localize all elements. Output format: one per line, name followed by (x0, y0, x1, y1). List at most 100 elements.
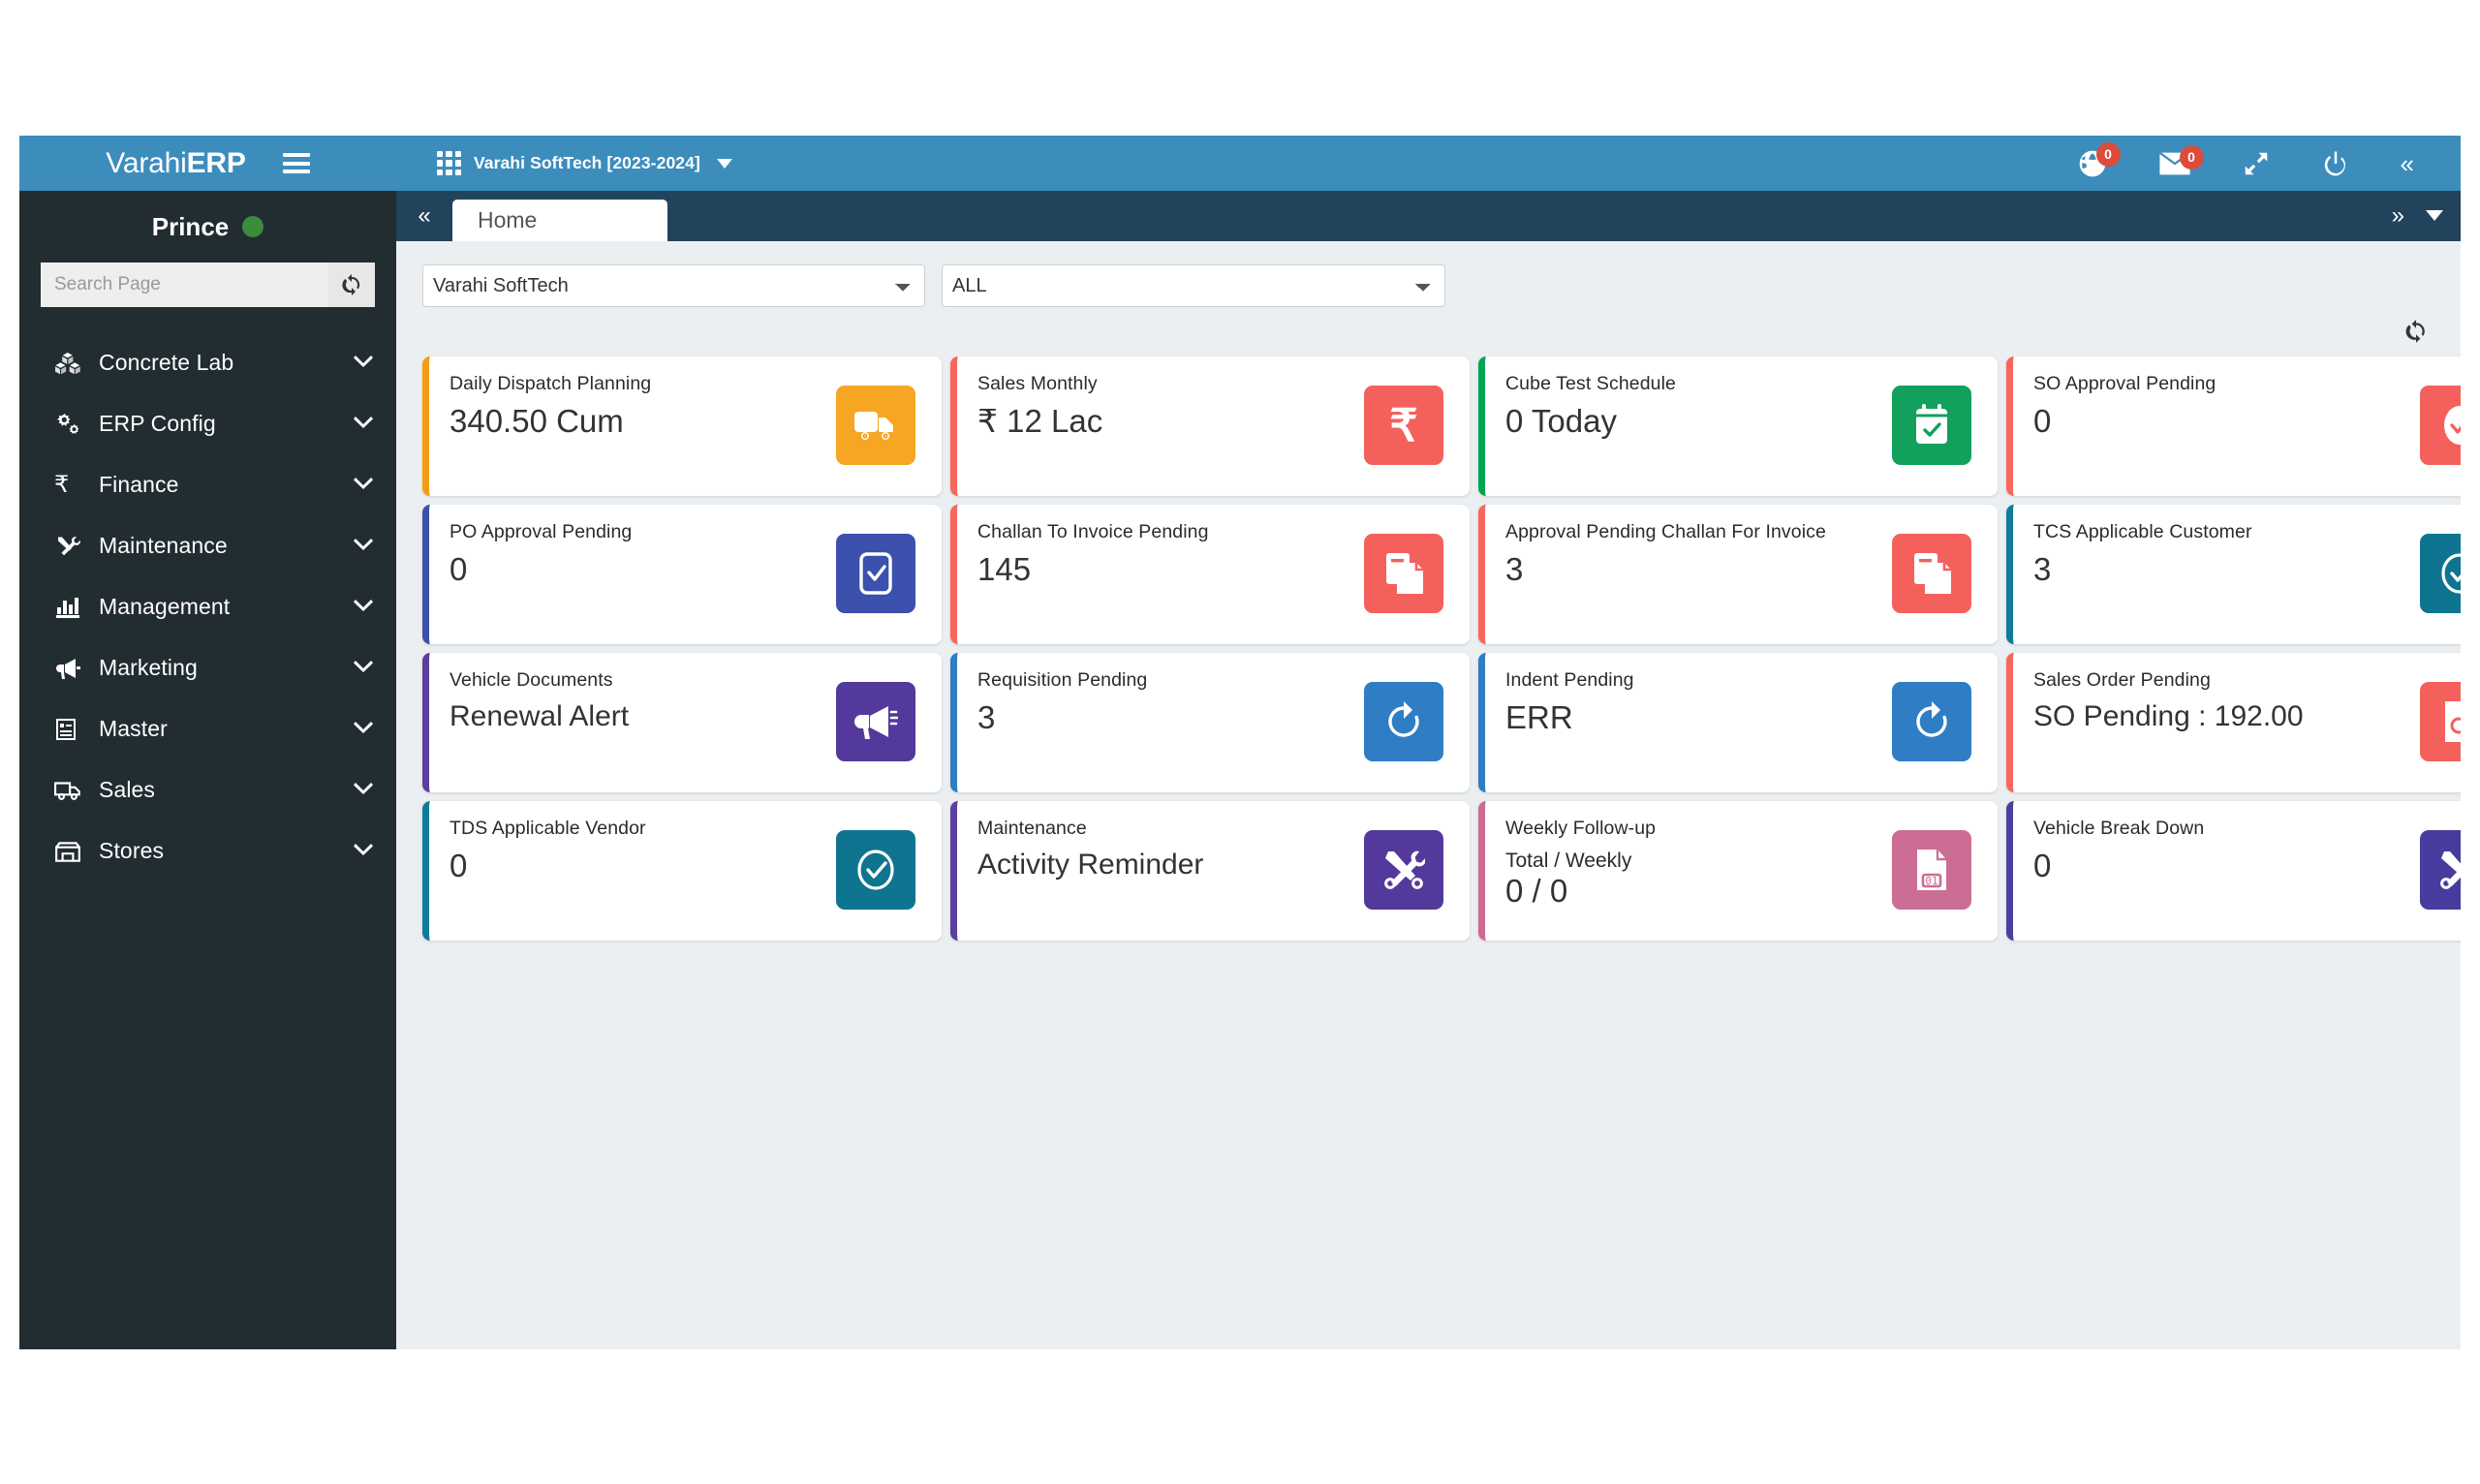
sidebar-item-maintenance[interactable]: Maintenance (19, 515, 396, 576)
online-status-indicator (242, 216, 264, 237)
cubes-icon (54, 350, 87, 377)
search-refresh-button[interactable] (328, 263, 375, 307)
tab-home[interactable]: Home (452, 200, 667, 241)
dashboard-card[interactable]: Approval Pending Challan For Invoice 3 (1478, 505, 1998, 644)
tab-bar: « Home » (396, 191, 2461, 241)
dashboard-card[interactable]: TCS Applicable Customer 3 (2006, 505, 2461, 644)
check-circle-outline-icon (836, 830, 915, 910)
sidebar-item-label: ERP Config (99, 411, 216, 436)
dashboard-refresh-row (396, 307, 2461, 349)
logo-text-bold: ERP (186, 146, 246, 179)
tab-label: Home (478, 207, 538, 232)
messages-badge: 0 (2179, 144, 2204, 170)
topbar-actions: 0 0 « (2052, 136, 2461, 191)
dashboard-card[interactable]: Sales Order Pending SO Pending : 192.00 (2006, 653, 2461, 792)
logout-button[interactable] (2296, 136, 2375, 191)
sidebar-item-concrete-lab[interactable]: Concrete Lab (19, 332, 396, 393)
chevron-down-icon (716, 158, 732, 169)
sidebar-item-erp-config[interactable]: ERP Config (19, 393, 396, 454)
card-title: SO Approval Pending (2033, 373, 2216, 394)
sidebar-item-sales[interactable]: Sales (19, 759, 396, 820)
sidebar-item-marketing[interactable]: Marketing (19, 637, 396, 698)
file-copy-icon (1892, 534, 1971, 613)
file-copy-icon (1364, 534, 1443, 613)
refresh-icon (2405, 320, 2425, 343)
dashboard-card[interactable]: Sales Monthly ₹ 12 Lac ₹ (950, 356, 1470, 496)
dashboard-card[interactable]: TDS Applicable Vendor 0 (422, 801, 942, 941)
fullscreen-button[interactable] (2216, 136, 2296, 191)
chevron-down-icon (354, 720, 373, 738)
tabs-scroll-left-button[interactable]: « (396, 191, 452, 241)
check-circle-outline-icon (2420, 534, 2461, 613)
collapse-right-button[interactable]: « (2375, 136, 2439, 191)
erp-application-window: VarahiERP Varahi SoftTech [2023-2024] 0 … (19, 136, 2461, 1349)
dashboard-card[interactable]: Cube Test Schedule 0 Today (1478, 356, 1998, 496)
chevron-down-icon (354, 659, 373, 677)
logo-text-light: Varahi (106, 146, 187, 179)
sidebar-item-management[interactable]: Management (19, 576, 396, 637)
calendar-check-icon (1892, 386, 1971, 465)
chevron-double-left-icon: « (418, 202, 431, 229)
dashboard-card[interactable]: Vehicle Documents Renewal Alert (422, 653, 942, 792)
notifications-badge: 0 (2095, 141, 2121, 167)
sidebar-item-label: Marketing (99, 655, 198, 680)
refresh-icon (1364, 682, 1443, 761)
dashboard-card[interactable]: Weekly Follow-up Total / Weekly 0 / 0 01 (1478, 801, 1998, 941)
sidebar-item-label: Finance (99, 472, 179, 497)
store-icon (54, 838, 87, 865)
chevron-down-icon (354, 537, 373, 555)
card-title: Vehicle Break Down (2033, 818, 2205, 839)
tabs-scroll-right-button[interactable]: » (2392, 202, 2404, 230)
dashboard-card[interactable]: PO Approval Pending 0 (422, 505, 942, 644)
scope-filter-select[interactable]: ALL (942, 264, 1445, 307)
chevron-double-left-icon: « (2400, 148, 2414, 178)
truck-icon (836, 386, 915, 465)
dashboard-card[interactable]: SO Approval Pending 0 (2006, 356, 2461, 496)
sidebar-item-master[interactable]: Master (19, 698, 396, 759)
sidebar-item-finance[interactable]: ₹ Finance (19, 454, 396, 515)
dashboard-cards-grid: Daily Dispatch Planning 340.50 Cum Sales M… (396, 349, 2461, 941)
dashboard-card[interactable]: Daily Dispatch Planning 340.50 Cum (422, 356, 942, 496)
apps-grid-icon[interactable] (437, 151, 461, 175)
sidebar-item-label: Stores (99, 838, 165, 863)
company-selector[interactable]: Varahi SoftTech [2023-2024] (437, 151, 732, 175)
sidebar-item-stores[interactable]: Stores (19, 820, 396, 881)
hamburger-bar (282, 161, 310, 166)
tabs-dropdown-button[interactable] (2426, 209, 2443, 221)
power-icon (2324, 151, 2345, 175)
card-title: TCS Applicable Customer (2033, 521, 2252, 542)
refresh-icon (1892, 682, 1971, 761)
sidebar-item-label: Master (99, 716, 168, 741)
bullhorn-icon (836, 682, 915, 761)
company-filter-select[interactable]: Varahi SoftTech (422, 264, 925, 307)
user-name: Prince (151, 211, 230, 241)
refresh-icon (342, 274, 360, 295)
sidebar-item-label: Concrete Lab (99, 350, 234, 375)
main-content: « Home » Varahi SoftTech ALL Daily Dispa… (396, 191, 2461, 1349)
wrench-screwdriver-icon (1364, 830, 1443, 910)
dashboard-card[interactable]: Vehicle Break Down 0 (2006, 801, 2461, 941)
card-value: 3 (2033, 551, 2052, 588)
app-logo[interactable]: VarahiERP (106, 146, 246, 180)
dashboard-card[interactable]: Maintenance Activity Reminder (950, 801, 1470, 941)
card-value: SO Pending : 192.00 (2033, 700, 2304, 733)
chevron-down-icon (354, 781, 373, 799)
sidebar-search (41, 263, 375, 307)
notifications-button[interactable]: 0 (2052, 136, 2133, 191)
search-input[interactable] (41, 263, 328, 307)
user-panel: Prince (19, 191, 396, 263)
rupee-icon: ₹ (1364, 386, 1443, 465)
dashboard-card[interactable]: Indent Pending ERR (1478, 653, 1998, 792)
hamburger-bar (282, 170, 310, 173)
chevron-down-icon (354, 598, 373, 616)
sidebar-menu: Concrete Lab ERP Config ₹ Finance Mainte… (19, 332, 396, 881)
dashboard-card[interactable]: Requisition Pending 3 (950, 653, 1470, 792)
brand-area: VarahiERP (19, 136, 396, 191)
dashboard-refresh-button[interactable] (2403, 319, 2429, 349)
sidebar-toggle-button[interactable] (282, 153, 310, 173)
wrench-screwdriver-icon (54, 533, 87, 560)
messages-button[interactable]: 0 (2133, 136, 2216, 191)
hamburger-bar (282, 153, 310, 157)
chevron-down-icon (354, 842, 373, 860)
dashboard-card[interactable]: Challan To Invoice Pending 145 (950, 505, 1470, 644)
